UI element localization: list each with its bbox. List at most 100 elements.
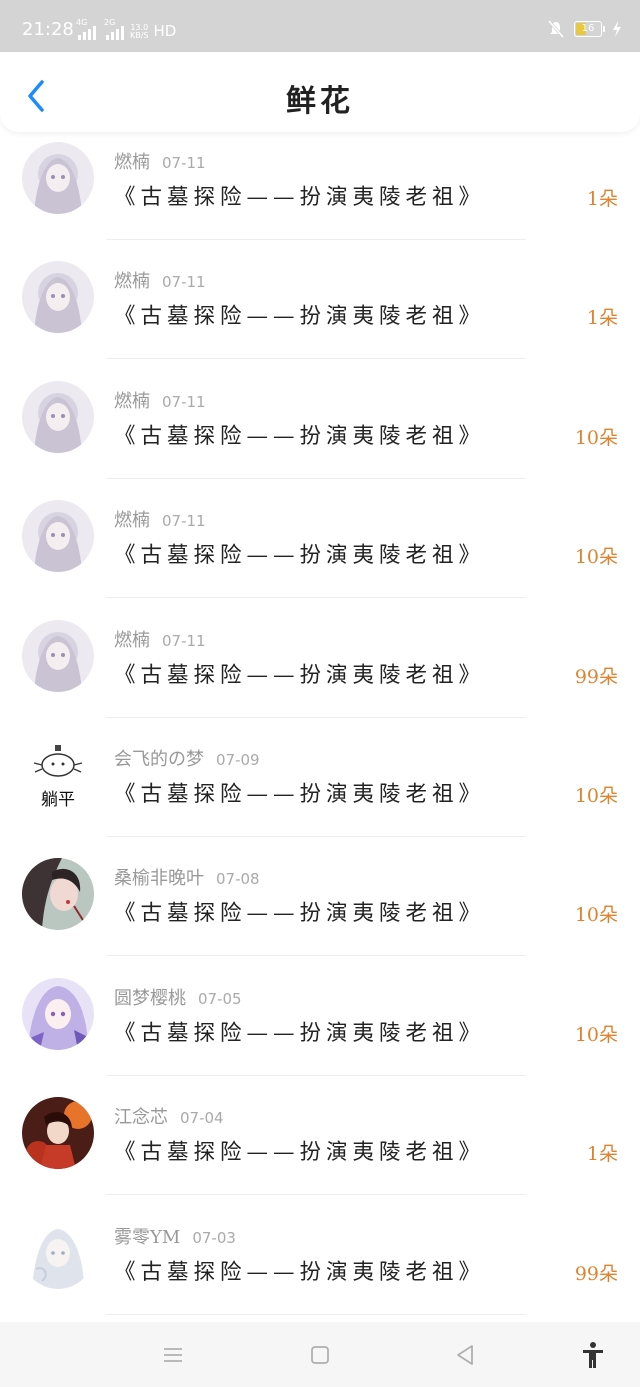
work-title: 《古墓探险——扮演夷陵老祖》	[114, 901, 486, 927]
user-name: 燃楠	[114, 510, 150, 532]
flower-count: 10朵	[574, 546, 618, 569]
record-meta: 桑榆非晚叶 07-08	[114, 864, 260, 890]
user-name: 桑榆非晚叶	[114, 868, 204, 890]
work-title: 《古墓探险——扮演夷陵老祖》	[114, 423, 486, 449]
divider	[106, 597, 526, 599]
list-item[interactable]: 躺平 会飞的の梦 07-09 《古墓探险——扮演夷陵老祖》 10朵	[0, 729, 640, 848]
avatar-text: 躺平	[41, 790, 75, 810]
flower-count: 99朵	[574, 665, 618, 688]
user-name: 燃楠	[114, 271, 150, 293]
divider	[106, 239, 526, 240]
work-title: 《古墓探险——扮演夷陵老祖》	[114, 185, 486, 210]
record-date: 07-11	[162, 273, 206, 292]
list-item[interactable]: 江念芯 07-04 《古墓探险——扮演夷陵老祖》 1朵	[0, 1087, 640, 1206]
list-item[interactable]: 圆梦樱桃 07-05 《古墓探险——扮演夷陵老祖》 10朵	[0, 968, 640, 1087]
record-date: 07-04	[180, 1109, 224, 1128]
user-name: 雾零YM	[114, 1226, 181, 1248]
system-nav-bar	[0, 1322, 640, 1387]
flower-count: 10朵	[574, 904, 618, 927]
record-meta: 燃楠 07-11	[114, 626, 206, 652]
status-bar: 21:28 4G 2G 13.0 KB/S HD 16	[0, 0, 640, 52]
status-right: 16	[548, 20, 622, 38]
list-item[interactable]: 燃楠 07-11 《古墓探险——扮演夷陵老祖》 99朵	[0, 610, 640, 729]
avatar	[22, 1097, 94, 1170]
work-title: 《古墓探险——扮演夷陵老祖》	[114, 1259, 486, 1285]
record-meta: 会飞的の梦 07-09	[114, 745, 260, 771]
record-meta: 圆梦樱桃 07-05	[114, 984, 242, 1010]
record-date: 07-09	[216, 750, 260, 769]
avatar	[22, 380, 94, 453]
divider	[106, 955, 526, 957]
page-header: 鲜花	[0, 52, 640, 132]
record-date: 07-03	[192, 1228, 236, 1247]
record-date: 07-11	[162, 154, 206, 172]
list-item[interactable]: 雾零YM 07-03 《古墓探险——扮演夷陵老祖》 99朵	[0, 1207, 640, 1326]
accessibility-button[interactable]	[578, 1340, 608, 1370]
menu-button[interactable]	[158, 1340, 188, 1370]
record-meta: 燃楠 07-11	[114, 148, 206, 174]
signal-icon-1: 4G	[76, 18, 96, 40]
avatar	[22, 858, 94, 931]
record-date: 07-11	[162, 631, 206, 650]
divider	[106, 1194, 526, 1196]
work-title: 《古墓探险——扮演夷陵老祖》	[114, 781, 486, 807]
list-item[interactable]: 燃楠 07-11 《古墓探险——扮演夷陵老祖》 1朵	[0, 251, 640, 370]
user-name: 圆梦樱桃	[114, 987, 186, 1009]
work-title: 《古墓探险——扮演夷陵老祖》	[114, 1140, 486, 1166]
flower-record-list: 燃楠 07-11 《古墓探险——扮演夷陵老祖》 1朵 燃楠 07-11 《古墓探险—…	[0, 132, 640, 1326]
flower-count: 1朵	[586, 307, 618, 330]
flower-count: 10朵	[574, 784, 618, 807]
divider	[106, 477, 526, 479]
work-title: 《古墓探险——扮演夷陵老祖》	[114, 304, 486, 330]
avatar	[22, 977, 94, 1050]
record-meta: 燃楠 07-11	[114, 267, 206, 293]
flower-count: 10朵	[574, 1023, 618, 1046]
triangle-back-icon	[457, 1345, 473, 1365]
flower-count: 1朵	[586, 188, 618, 210]
record-meta: 燃楠 07-11	[114, 506, 206, 532]
battery-icon: 16	[574, 21, 605, 37]
flower-count: 99朵	[574, 1262, 618, 1285]
user-name: 燃楠	[114, 152, 150, 173]
record-meta: 江念芯 07-04	[114, 1103, 224, 1129]
square-home-icon	[311, 1346, 329, 1364]
divider	[106, 716, 526, 718]
network-indicators: 4G 2G 13.0 KB/S HD	[76, 18, 177, 40]
work-title: 《古墓探险——扮演夷陵老祖》	[114, 543, 486, 569]
divider	[106, 835, 526, 837]
user-name: 江念芯	[114, 1107, 168, 1129]
avatar	[22, 1216, 94, 1289]
work-title: 《古墓探险——扮演夷陵老祖》	[114, 1020, 486, 1046]
flower-count: 1朵	[586, 1143, 618, 1166]
record-date: 07-08	[216, 870, 260, 889]
record-date: 07-05	[198, 989, 242, 1008]
list-item[interactable]: 燃楠 07-11 《古墓探险——扮演夷陵老祖》 1朵	[0, 132, 640, 251]
home-button[interactable]	[305, 1340, 335, 1370]
user-name: 燃楠	[114, 390, 150, 412]
list-item[interactable]: 燃楠 07-11 《古墓探险——扮演夷陵老祖》 10朵	[0, 490, 640, 609]
avatar: 躺平	[22, 738, 94, 811]
status-time: 21:28	[22, 19, 74, 40]
record-meta: 燃楠 07-11	[114, 387, 206, 413]
charging-icon	[613, 21, 621, 37]
list-item[interactable]: 桑榆非晚叶 07-08 《古墓探险——扮演夷陵老祖》 10朵	[0, 848, 640, 967]
flower-count: 10朵	[574, 426, 618, 449]
record-date: 07-11	[162, 392, 206, 411]
mute-icon	[548, 20, 564, 38]
menu-icon	[164, 1348, 182, 1362]
network-speed: 13.0 KB/S	[130, 23, 149, 40]
divider	[106, 358, 526, 360]
avatar	[22, 619, 94, 692]
nav-back-button[interactable]	[450, 1340, 480, 1370]
page-title: 鲜花	[286, 84, 354, 119]
avatar	[22, 500, 94, 573]
record-date: 07-11	[162, 512, 206, 531]
user-name: 会飞的の梦	[114, 748, 204, 770]
divider	[106, 1074, 526, 1076]
avatar	[22, 261, 94, 334]
hd-indicator: HD	[153, 22, 177, 40]
user-name: 燃楠	[114, 629, 150, 651]
work-title: 《古墓探险——扮演夷陵老祖》	[114, 662, 486, 688]
list-item[interactable]: 燃楠 07-11 《古墓探险——扮演夷陵老祖》 10朵	[0, 371, 640, 490]
avatar	[22, 142, 94, 214]
